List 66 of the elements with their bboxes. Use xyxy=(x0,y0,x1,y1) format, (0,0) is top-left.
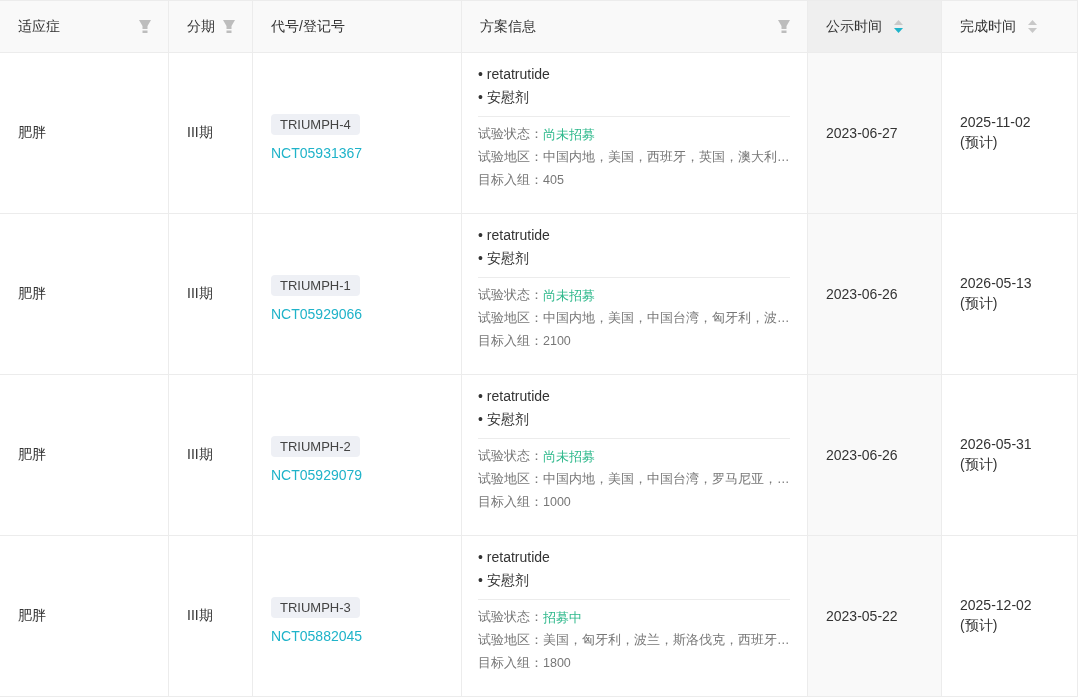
column-header[interactable]: 公示时间 xyxy=(808,1,942,52)
table-cell-text: 肥胖 xyxy=(18,607,47,625)
table-cell-text: 肥胖 xyxy=(18,446,47,464)
enrollment-label: 目标入组： xyxy=(478,172,543,189)
table-cell-text: 2023-06-27 xyxy=(826,125,899,141)
trial-code-tag: TRIUMPH-1 xyxy=(271,274,360,296)
status-label: 试验状态： xyxy=(478,448,543,465)
estimate-note: (预计) xyxy=(960,134,999,152)
drug-item: • retatrutide xyxy=(478,387,551,406)
status-value: 尚未招募 xyxy=(543,287,595,305)
table-cell-text: III期 xyxy=(187,607,214,625)
status-label: 试验状态： xyxy=(478,126,543,143)
status-label: 试验状态： xyxy=(478,287,543,304)
region-label: 试验地区： xyxy=(478,310,543,327)
table-cell-text: 肥胖 xyxy=(18,124,47,142)
column-header[interactable]: 适应症 xyxy=(0,1,169,52)
region-value: 中国内地，美国，中国台湾，匈牙利，波… xyxy=(543,310,790,327)
sort-icon[interactable] xyxy=(1028,19,1037,34)
table-cell-text: 2025-11-02 xyxy=(960,114,1032,130)
enrollment-value: 405 xyxy=(543,172,564,189)
trial-code-tag: TRIUMPH-4 xyxy=(271,113,360,135)
drug-item: • 安慰剂 xyxy=(478,88,530,107)
enrollment-label: 目标入组： xyxy=(478,494,543,511)
column-header[interactable]: 分期 xyxy=(169,1,253,52)
enrollment-label: 目标入组： xyxy=(478,655,543,672)
table-cell-text: 肥胖 xyxy=(18,285,47,303)
table-cell-text: III期 xyxy=(187,285,214,303)
table-cell-text: 2026-05-13 xyxy=(960,275,1033,291)
filter-icon[interactable] xyxy=(223,20,235,33)
table-cell-text: III期 xyxy=(187,446,214,464)
region-value: 美国，匈牙利，波兰，斯洛伐克，西班牙… xyxy=(543,632,790,649)
table-cell-text: 2023-06-26 xyxy=(826,286,899,302)
estimate-note: (预计) xyxy=(960,456,999,474)
table-cell-text: 2026-05-31 xyxy=(960,436,1033,452)
region-label: 试验地区： xyxy=(478,632,543,649)
drug-item: • 安慰剂 xyxy=(478,249,530,268)
region-value: 中国内地，美国，中国台湾，罗马尼亚，… xyxy=(543,471,790,488)
table-cell-text: 2023-06-26 xyxy=(826,447,899,463)
region-value: 中国内地，美国，西班牙，英国，澳大利… xyxy=(543,149,790,166)
status-value: 尚未招募 xyxy=(543,448,595,466)
column-header[interactable]: 完成时间 xyxy=(942,1,1078,52)
sort-icon[interactable] xyxy=(894,19,903,34)
filter-icon[interactable] xyxy=(778,20,790,33)
enrollment-value: 1800 xyxy=(543,655,571,672)
filter-icon[interactable] xyxy=(139,20,151,33)
region-label: 试验地区： xyxy=(478,149,543,166)
table-cell-text: 2023-05-22 xyxy=(826,608,899,624)
enrollment-value: 2100 xyxy=(543,333,571,350)
column-header[interactable]: 代号/登记号 xyxy=(253,1,462,52)
estimate-note: (预计) xyxy=(960,295,999,313)
drug-item: • retatrutide xyxy=(478,226,551,245)
drug-item: • retatrutide xyxy=(478,548,551,567)
drug-item: • 安慰剂 xyxy=(478,410,530,429)
table-cell-text: III期 xyxy=(187,124,214,142)
table-cell-text: 2025-12-02 xyxy=(960,597,1033,613)
status-value: 尚未招募 xyxy=(543,126,595,144)
status-value: 招募中 xyxy=(543,609,582,627)
drug-item: • 安慰剂 xyxy=(478,571,530,590)
enrollment-label: 目标入组： xyxy=(478,333,543,350)
enrollment-value: 1000 xyxy=(543,494,571,511)
status-label: 试验状态： xyxy=(478,609,543,626)
trial-code-tag: TRIUMPH-3 xyxy=(271,596,360,618)
region-label: 试验地区： xyxy=(478,471,543,488)
trial-code-tag: TRIUMPH-2 xyxy=(271,435,360,457)
drug-item: • retatrutide xyxy=(478,65,551,84)
estimate-note: (预计) xyxy=(960,617,999,635)
